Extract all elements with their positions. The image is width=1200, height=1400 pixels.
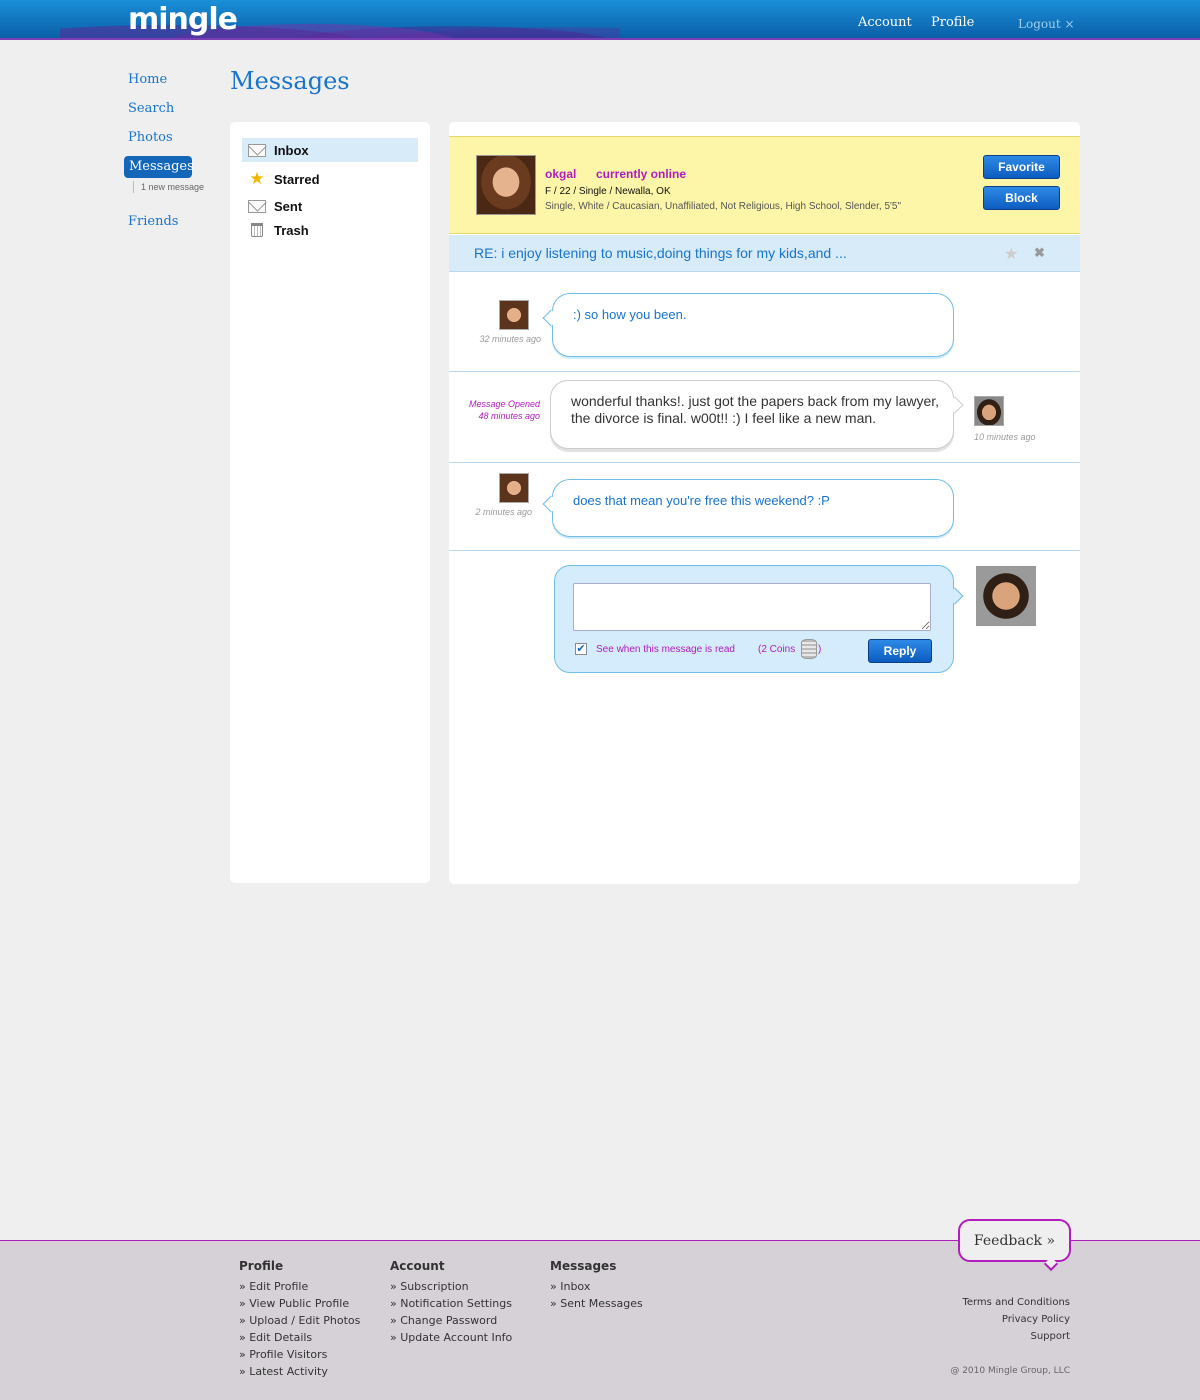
- sidebar-item-home[interactable]: Home: [128, 72, 167, 87]
- message-time: 32 minutes ago: [479, 334, 541, 344]
- nav-account[interactable]: Account: [858, 15, 912, 30]
- sender-username[interactable]: okgal: [545, 167, 576, 181]
- star-icon[interactable]: ★: [1004, 244, 1018, 264]
- footer-link[interactable]: » Profile Visitors: [239, 1346, 360, 1363]
- folder-label: Sent: [274, 199, 303, 214]
- mingle-logo[interactable]: mingle: [128, 2, 238, 37]
- sender-details: Single, White / Caucasian, Unaffiliated,…: [545, 201, 902, 212]
- feedback-button[interactable]: Feedback »: [958, 1219, 1071, 1262]
- sender-avatar[interactable]: [476, 155, 536, 215]
- footer-link[interactable]: » Edit Profile: [239, 1278, 360, 1295]
- read-receipt-checkbox[interactable]: ✔: [575, 643, 587, 655]
- message-divider: [449, 462, 1080, 463]
- footer-link[interactable]: » Latest Activity: [239, 1363, 360, 1380]
- copyright: @ 2010 Mingle Group, LLC: [950, 1366, 1070, 1376]
- footer-link[interactable]: » View Public Profile: [239, 1295, 360, 1312]
- sidebar-item-friends[interactable]: Friends: [128, 214, 178, 229]
- footer: Profile » Edit Profile » View Public Pro…: [0, 1219, 1200, 1400]
- footer-column-profile: Profile » Edit Profile » View Public Pro…: [239, 1259, 360, 1380]
- sender-basic-info: F / 22 / Single / Newalla, OK: [545, 186, 671, 197]
- folder-label: Trash: [274, 223, 309, 238]
- new-message-count[interactable]: 1 new message: [133, 181, 204, 193]
- reply-box: ✔ See when this message is read (2 Coins…: [554, 565, 964, 673]
- coins-cost: (2 Coins: [758, 644, 796, 655]
- footer-heading: Profile: [239, 1259, 284, 1273]
- footer-link-support[interactable]: Support: [1030, 1331, 1070, 1342]
- sender-thumb: [499, 300, 529, 330]
- footer-link[interactable]: » Sent Messages: [550, 1295, 643, 1312]
- footer-link[interactable]: » Upload / Edit Photos: [239, 1312, 360, 1329]
- star-icon: ★: [249, 169, 265, 188]
- sender-profile-card: okgal currently online F / 22 / Single /…: [449, 136, 1080, 234]
- message-panel: okgal currently online F / 22 / Single /…: [449, 122, 1080, 884]
- coins-icon: [801, 639, 817, 659]
- delete-icon[interactable]: ✖: [1034, 245, 1045, 261]
- online-status: currently online: [596, 167, 687, 181]
- folder-trash[interactable]: Trash: [242, 218, 418, 242]
- folder-sent[interactable]: Sent: [242, 194, 418, 218]
- message-opened-status: Message Opened 48 minutes ago: [468, 399, 540, 421]
- footer-link[interactable]: » Edit Details: [239, 1329, 360, 1346]
- folder-label: Starred: [274, 172, 320, 187]
- reply-button[interactable]: Reply: [868, 639, 932, 663]
- my-thumb: [974, 396, 1004, 426]
- sidebar-item-photos[interactable]: Photos: [128, 130, 173, 145]
- folder-label: Inbox: [274, 143, 309, 158]
- message-bubble: :) so how you been.: [542, 293, 954, 357]
- message-text: :) so how you been.: [573, 307, 687, 322]
- my-avatar: [976, 566, 1036, 626]
- block-button[interactable]: Block: [983, 186, 1060, 210]
- message-text: wonderful thanks!. just got the papers b…: [571, 393, 940, 426]
- footer-link[interactable]: » Update Account Info: [390, 1329, 512, 1346]
- footer-column-messages: Messages » Inbox » Sent Messages: [550, 1259, 643, 1312]
- folder-starred[interactable]: ★ Starred: [242, 167, 418, 191]
- sidebar-item-search[interactable]: Search: [128, 101, 174, 116]
- subject-bar: RE: i enjoy listening to music,doing thi…: [449, 235, 1080, 272]
- message-divider: [449, 550, 1080, 551]
- page-title: Messages: [230, 67, 350, 95]
- envelope-icon: [247, 198, 267, 214]
- footer-heading: Account: [390, 1259, 445, 1273]
- favorite-button[interactable]: Favorite: [983, 155, 1060, 179]
- footer-heading: Messages: [550, 1259, 617, 1273]
- message-time: 10 minutes ago: [974, 432, 1036, 442]
- sender-thumb: [499, 473, 529, 503]
- read-receipt-label: See when this message is read: [596, 644, 735, 655]
- envelope-icon: [247, 142, 267, 158]
- coins-cost-close: ): [818, 644, 822, 655]
- footer-link-terms[interactable]: Terms and Conditions: [962, 1297, 1070, 1308]
- message-time: 2 minutes ago: [475, 507, 532, 517]
- footer-link-privacy[interactable]: Privacy Policy: [1002, 1314, 1070, 1325]
- logout-link[interactable]: Logout ×: [1018, 17, 1075, 31]
- footer-column-account: Account » Subscription » Notification Se…: [390, 1259, 512, 1346]
- message-bubble: does that mean you're free this weekend?…: [542, 479, 954, 537]
- folder-inbox[interactable]: Inbox: [242, 138, 418, 162]
- message-bubble: wonderful thanks!. just got the papers b…: [550, 380, 964, 449]
- footer-link[interactable]: » Notification Settings: [390, 1295, 512, 1312]
- reply-textarea[interactable]: [573, 583, 931, 631]
- top-bar: mingle Account Profile Logout ×: [0, 0, 1200, 40]
- sidebar-item-messages[interactable]: Messages: [124, 156, 194, 178]
- footer-link[interactable]: » Subscription: [390, 1278, 512, 1295]
- message-text: does that mean you're free this weekend?…: [573, 493, 830, 508]
- message-subject: RE: i enjoy listening to music,doing thi…: [474, 245, 847, 261]
- message-divider: [449, 371, 1080, 372]
- trash-icon: [247, 222, 267, 238]
- folder-panel: Inbox ★ Starred Sent Trash: [230, 122, 430, 883]
- footer-link[interactable]: » Change Password: [390, 1312, 512, 1329]
- footer-link[interactable]: » Inbox: [550, 1278, 643, 1295]
- nav-profile[interactable]: Profile: [931, 15, 974, 30]
